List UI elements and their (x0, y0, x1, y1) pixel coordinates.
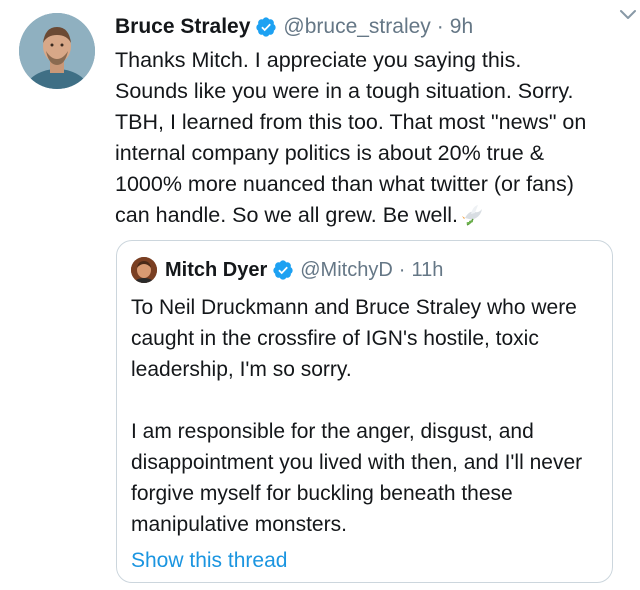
quoted-tweet-body: To Neil Druckmann and Bruce Straley who … (131, 292, 601, 576)
quoted-author-avatar[interactable] (131, 257, 157, 283)
tweet-header: Bruce Straley @bruce_straley · 9h (115, 12, 620, 42)
tweet-content: Bruce Straley @bruce_straley · 9h Thanks… (115, 12, 620, 231)
dove-icon (461, 204, 485, 226)
separator-dot: · (436, 15, 444, 38)
verified-badge-icon (255, 16, 277, 38)
author-name[interactable]: Bruce Straley (115, 15, 250, 39)
quoted-tweet-header: Mitch Dyer @MitchyD · 11h (131, 255, 443, 285)
chevron-down-icon[interactable] (618, 8, 638, 22)
separator-dot: · (398, 258, 406, 281)
tweet[interactable]: Bruce Straley @bruce_straley · 9h Thanks… (0, 0, 640, 590)
quoted-author-name[interactable]: Mitch Dyer (165, 259, 267, 282)
quoted-paragraph: To Neil Druckmann and Bruce Straley who … (131, 296, 577, 381)
show-thread-link[interactable]: Show this thread (131, 545, 601, 576)
timestamp[interactable]: 9h (450, 15, 473, 39)
tweet-text: Thanks Mitch. I appreciate you saying th… (115, 45, 620, 231)
author-handle[interactable]: @bruce_straley (283, 15, 430, 39)
tweet-text-content: Thanks Mitch. I appreciate you saying th… (115, 48, 587, 227)
quoted-author-handle[interactable]: @MitchyD (300, 259, 393, 282)
quoted-tweet[interactable]: Mitch Dyer @MitchyD · 11h To Neil Druckm… (116, 240, 613, 583)
author-avatar[interactable] (19, 13, 95, 89)
quoted-timestamp[interactable]: 11h (411, 259, 443, 282)
verified-badge-icon (272, 259, 294, 281)
quoted-paragraph: I am responsible for the anger, disgust,… (131, 420, 583, 536)
